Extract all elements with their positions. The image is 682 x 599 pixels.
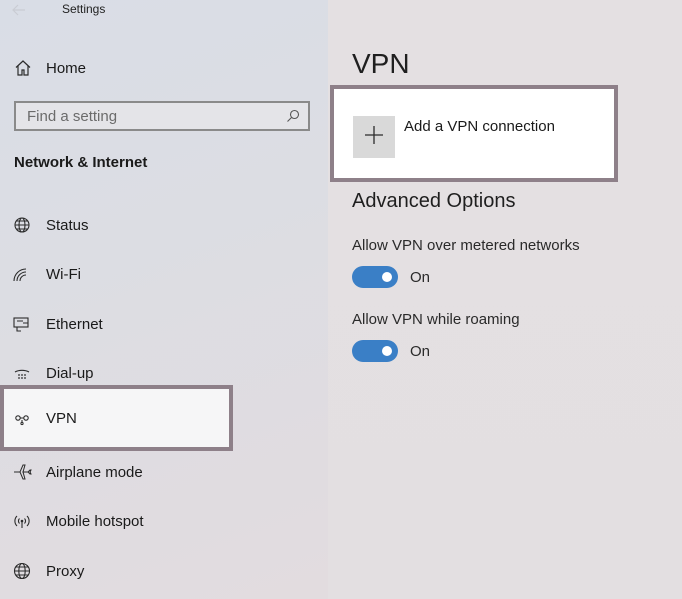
section-header: Network & Internet (14, 154, 148, 171)
hotspot-icon (12, 511, 32, 531)
add-vpn-connection-label: Add a VPN connection (404, 118, 555, 135)
main-content: VPN Add a VPN connection Advanced Option… (328, 0, 682, 599)
sidebar-item-status[interactable]: Status (0, 200, 328, 250)
sidebar-item-label: VPN (46, 409, 77, 427)
dial-up-icon (12, 363, 32, 383)
sidebar: Settings Home Network & Internet Status (0, 0, 328, 599)
roaming-toggle[interactable] (352, 340, 398, 362)
roaming-state: On (410, 342, 431, 360)
sidebar-item-vpn[interactable]: VPN (0, 385, 233, 451)
toggle-knob (382, 272, 392, 282)
settings-window: Settings Home Network & Internet Status (0, 0, 682, 599)
page-title: VPN (352, 48, 410, 79)
sidebar-item-airplane-mode[interactable]: Airplane mode (0, 447, 328, 497)
vpn-icon (12, 408, 32, 428)
roaming-label: Allow VPN while roaming (352, 311, 520, 328)
search-box[interactable] (14, 101, 310, 131)
sidebar-item-ethernet[interactable]: Ethernet (0, 299, 328, 349)
title-bar: Settings (0, 0, 328, 24)
sidebar-item-label: Mobile hotspot (46, 512, 144, 530)
metered-networks-toggle[interactable] (352, 266, 398, 288)
sidebar-item-proxy[interactable]: Proxy (0, 546, 328, 596)
search-input[interactable] (16, 106, 286, 126)
add-tile (353, 116, 395, 158)
sidebar-item-label: Proxy (46, 562, 85, 580)
add-vpn-connection-button[interactable]: Add a VPN connection (330, 85, 618, 182)
advanced-options-heading: Advanced Options (352, 190, 516, 212)
ethernet-icon (12, 314, 32, 334)
toggle-knob (382, 346, 392, 356)
airplane-icon (12, 462, 32, 482)
globe-status-icon (12, 215, 32, 235)
sidebar-item-label: Airplane mode (46, 463, 143, 481)
sidebar-item-wifi[interactable]: Wi-Fi (0, 249, 328, 299)
sidebar-item-label: Wi-Fi (46, 265, 81, 283)
globe-icon (12, 561, 32, 581)
metered-networks-toggle-row: On (352, 266, 430, 288)
roaming-toggle-row: On (352, 340, 430, 362)
nav-home-label: Home (46, 59, 87, 77)
sidebar-item-label: Dial-up (46, 364, 94, 382)
window-title: Settings (62, 2, 106, 16)
sidebar-item-label: Status (46, 216, 89, 234)
metered-networks-label: Allow VPN over metered networks (352, 237, 580, 254)
nav-home[interactable]: Home (0, 52, 328, 84)
home-icon (13, 58, 33, 78)
metered-networks-state: On (410, 268, 431, 286)
search-icon[interactable] (286, 109, 300, 123)
back-arrow-icon[interactable] (12, 0, 32, 20)
plus-icon (364, 125, 384, 150)
sidebar-item-mobile-hotspot[interactable]: Mobile hotspot (0, 496, 328, 546)
sidebar-item-label: Ethernet (46, 315, 103, 333)
wifi-icon (12, 264, 32, 284)
